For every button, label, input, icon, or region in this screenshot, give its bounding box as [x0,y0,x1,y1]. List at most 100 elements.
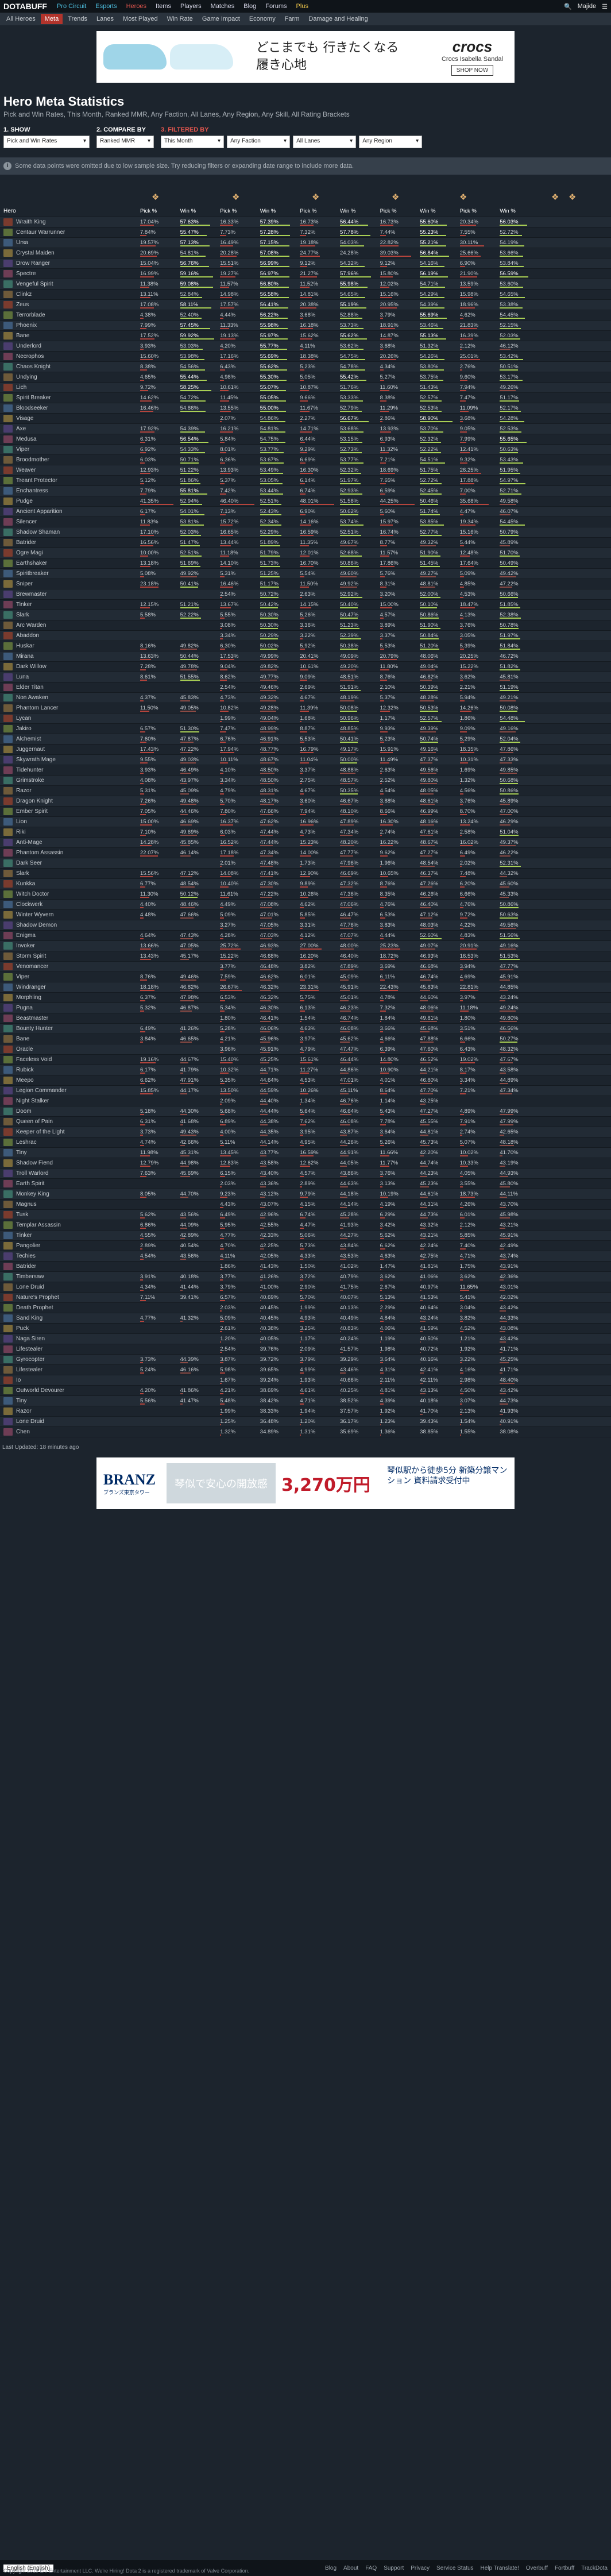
hero-cell[interactable]: Visage [0,415,138,422]
hero-name[interactable]: Skywrath Mage [16,757,56,763]
table-row[interactable]: Naga Siren 1.20% 40.05% 1.17% 40.24% 1.19% 40.… [0,1334,611,1344]
top-nav-heroes[interactable]: Heroes [125,2,148,11]
hero-name[interactable]: Night Stalker [16,1098,49,1104]
column-header[interactable]: Pick % [218,206,258,217]
hero-cell[interactable]: Slark [0,870,138,877]
table-row[interactable]: Broodmother 6.03% 50.71% 6.36% 53.67% 6.69% 53… [0,455,611,465]
hero-name[interactable]: Anti-Mage [16,839,42,846]
table-row[interactable]: Visage 2.07% 54.86% 2.27% 56.67% 2.86% 58.90% 3… [0,414,611,424]
table-row[interactable]: Meepo 6.62% 47.91% 5.35% 44.64% 4.53% 47.01% 4.… [0,1075,611,1086]
hero-name[interactable]: Outworld Devourer [16,1387,64,1394]
hero-cell[interactable]: Winter Wyvern [0,911,138,919]
hero-cell[interactable]: Zeus [0,301,138,308]
table-row[interactable]: Tinker 12.15% 51.21% 13.67% 50.42% 14.15% 50.4… [0,600,611,610]
hero-name[interactable]: Enchantress [16,488,48,494]
table-row[interactable]: Bane 17.52% 59.92% 19.13% 55.97% 15.62% 55.62%… [0,331,611,341]
hero-cell[interactable]: Pangolier [0,1242,138,1250]
table-row[interactable]: Witch Doctor 11.30% 50.12% 11.61% 47.22% 10.2… [0,889,611,900]
hero-name[interactable]: Tusk [16,1212,28,1218]
hero-cell[interactable]: Rubick [0,1066,138,1074]
hero-cell[interactable]: Doom [0,1108,138,1115]
table-row[interactable]: Centaur Warrunner 7.84% 55.47% 7.73% 57.28% 7… [0,227,611,238]
hero-cell[interactable]: Tiny [0,1397,138,1405]
hero-name[interactable]: Enigma [16,932,36,939]
table-row[interactable]: Gyrocopter 3.73% 44.39% 3.87% 39.72% 3.79% 39.… [0,1355,611,1365]
hero-name[interactable]: Morphling [16,994,41,1001]
hero-name[interactable]: Lone Druid [16,1418,44,1425]
hero-name[interactable]: Broodmother [16,457,49,463]
table-row[interactable]: Spiritbreaker 5.08% 49.92% 5.31% 51.25% 5.54%… [0,569,611,579]
hero-cell[interactable]: Morphling [0,994,138,1001]
table-row[interactable]: Viper 8.76% 49.46% 7.59% 46.62% 6.01% 45.09% 6.… [0,972,611,982]
hero-name[interactable]: Mirana [16,653,34,660]
hero-cell[interactable]: Tinker [0,601,138,608]
hero-cell[interactable]: Beastmaster [0,1015,138,1022]
hero-cell[interactable]: Oracle [0,1046,138,1053]
hero-name[interactable]: Doom [16,1108,32,1115]
tab-game-impact[interactable]: Game Impact [198,14,244,24]
table-row[interactable]: Sand King 4.77% 41.32% 5.09% 40.45% 4.93% 40.4… [0,1313,611,1324]
hero-cell[interactable]: Gyrocopter [0,1356,138,1363]
hero-name[interactable]: Timbersaw [16,1274,44,1280]
hero-cell[interactable]: Dark Willow [0,663,138,670]
hero-name[interactable]: Alchemist [16,736,41,742]
logo[interactable]: DOTABUFF [3,2,47,11]
hero-cell[interactable]: Kunkka [0,880,138,888]
table-row[interactable]: Morphling 6.37% 47.98% 6.53% 46.32% 5.75% 45.0… [0,993,611,1003]
table-row[interactable]: Faceless Void 19.16% 44.67% 15.40% 45.25% 15.… [0,1055,611,1065]
hero-name[interactable]: Grimstroke [16,777,44,784]
hero-name[interactable]: Slark [16,612,29,618]
hero-cell[interactable]: Witch Doctor [0,890,138,898]
footer-link[interactable]: Help Translate! [481,2565,519,2571]
table-row[interactable]: Ogre Magi 10.00% 52.51% 11.18% 51.79% 12.01% 5… [0,548,611,558]
hero-cell[interactable]: Viper [0,973,138,981]
table-row[interactable]: Batrider 1.86% 41.43% 1.50% 41.02% 1.47% 41.81… [0,1262,611,1272]
table-row[interactable]: Clockwerk 4.40% 48.46% 4.49% 47.08% 4.62% 47.0… [0,900,611,910]
hero-name[interactable]: Lich [16,384,26,391]
hero-cell[interactable]: Earthshaker [0,560,138,567]
hero-cell[interactable]: Viper [0,446,138,453]
hero-cell[interactable]: Monkey King [0,1190,138,1198]
table-row[interactable]: Phantom Lancer 11.50% 49.05% 10.82% 49.28% 11… [0,703,611,714]
table-row[interactable]: Dragon Knight 7.26% 49.48% 5.70% 48.17% 3.60%… [0,796,611,807]
table-row[interactable]: Keeper of the Light 3.73% 49.43% 4.00% 44.35… [0,1127,611,1137]
footer-link[interactable]: FAQ [365,2565,377,2571]
hero-cell[interactable]: Meepo [0,1077,138,1084]
table-row[interactable]: Lone Druid 4.34% 41.44% 3.79% 41.00% 2.90% 41.… [0,1282,611,1293]
hero-name[interactable]: Invoker [16,943,35,949]
hero-name[interactable]: Monkey King [16,1191,49,1197]
hero-cell[interactable]: Centaur Warrunner [0,229,138,236]
hero-name[interactable]: Lion [16,819,27,825]
tab-meta[interactable]: Meta [40,14,63,24]
hero-cell[interactable]: Axe [0,425,138,433]
hero-name[interactable]: Brewmaster [16,591,47,597]
hero-cell[interactable]: Faceless Void [0,1056,138,1063]
table-row[interactable]: Night Stalker 2.09% 44.40% 1.34% 46.76% 1.14%… [0,1096,611,1106]
table-row[interactable]: Tidehunter 3.93% 46.49% 4.10% 48.50% 3.37% 48.… [0,765,611,776]
table-row[interactable]: Anti-Mage 14.28% 45.85% 16.52% 47.44% 15.23% 4… [0,838,611,848]
hero-name[interactable]: Dragon Knight [16,798,53,804]
hero-cell[interactable]: Lone Druid [0,1283,138,1291]
hero-cell[interactable]: Leshrac [0,1139,138,1146]
hero-name[interactable]: Windranger [16,984,46,990]
top-nav-players[interactable]: Players [179,2,203,11]
hero-name[interactable]: Batrider [16,539,36,546]
hero-name[interactable]: Shadow Shaman [16,529,60,535]
table-row[interactable]: Oracle 3.96% 45.91% 4.79% 47.47% 6.39% 47.60% 6… [0,1044,611,1055]
hero-name[interactable]: Non Awaken [16,695,48,701]
hero-cell[interactable]: Arc Warden [0,622,138,629]
hero-cell[interactable]: Spirit Breaker [0,394,138,402]
table-row[interactable]: Ember Spirit 7.05% 44.46% 7.80% 47.66% 7.94% 4… [0,807,611,817]
hero-name[interactable]: Naga Siren [16,1336,45,1342]
table-row[interactable]: Elder Titan 2.54% 49.46% 2.69% 51.91% 2.10% 50… [0,682,611,693]
hero-name[interactable]: Lifestealer [16,1346,42,1352]
hero-name[interactable]: Huskar [16,643,34,649]
table-row[interactable]: Kunkka 6.77% 48.54% 10.40% 47.30% 9.89% 47.32%… [0,879,611,889]
hero-name[interactable]: Gyrocopter [16,1356,44,1363]
hero-name[interactable]: Shadow Fiend [16,1160,53,1166]
hero-cell[interactable]: Grimstroke [0,777,138,784]
table-row[interactable]: Doom 5.18% 44.30% 5.68% 44.44% 5.64% 46.64% 5.4… [0,1106,611,1117]
hero-cell[interactable]: Ancient Apparition [0,508,138,515]
hero-name[interactable]: Silencer [16,519,37,525]
tab-all-heroes[interactable]: All Heroes [2,14,40,24]
